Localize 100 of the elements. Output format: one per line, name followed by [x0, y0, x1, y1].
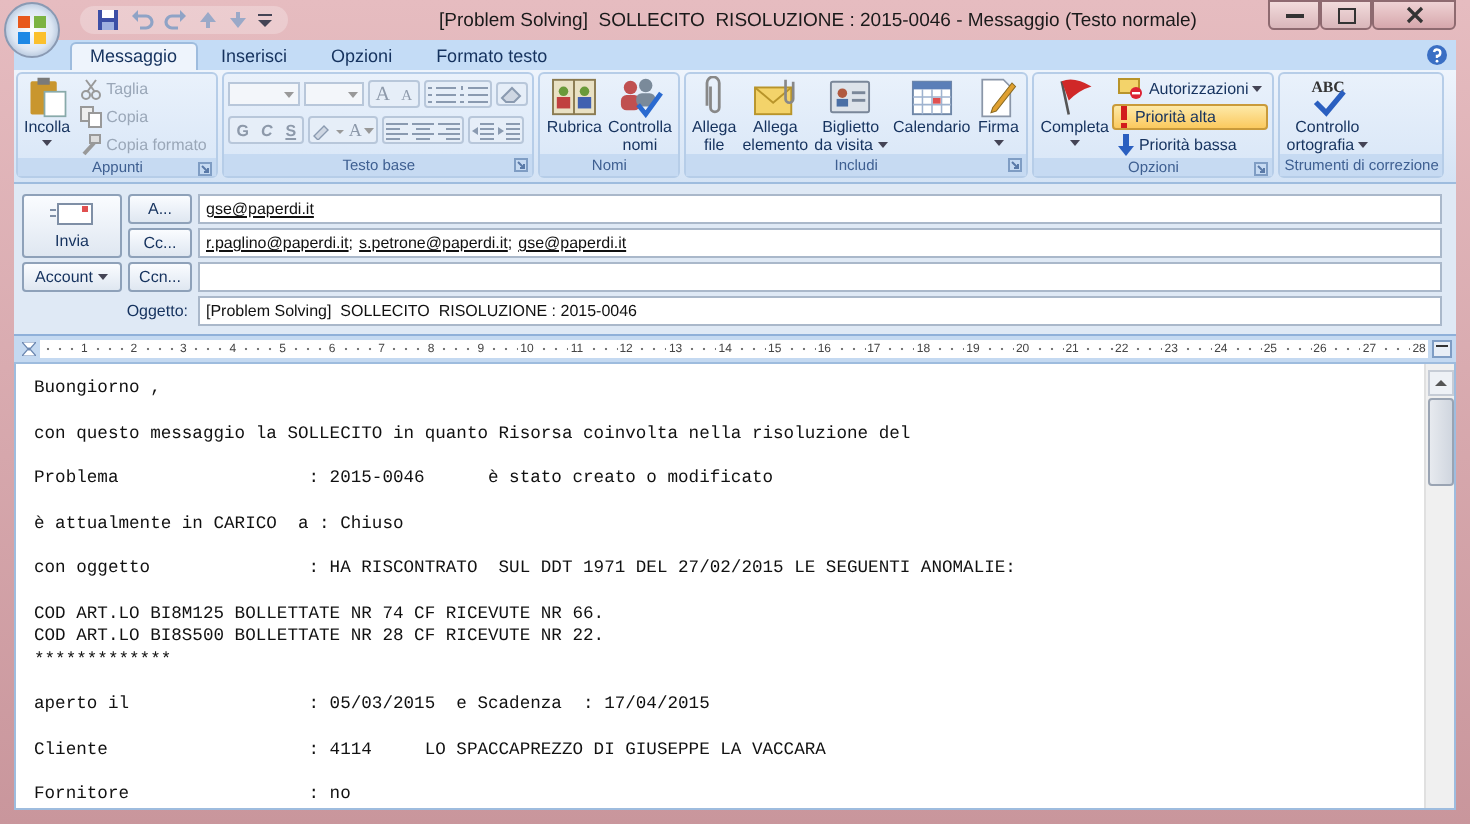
address-book-button[interactable]: A...: [128, 194, 192, 224]
dialog-launcher-icon[interactable]: [1008, 158, 1023, 173]
address-book-button[interactable]: Cc...: [128, 228, 192, 258]
body-text-line: Cliente : 4114 LO SPACCAPREZZO DI GIUSEPPE LA VACCARA: [34, 739, 828, 763]
ribbon-tab[interactable]: Formato testo: [416, 42, 568, 70]
ribbon-button[interactable]: Completa: [1038, 76, 1111, 145]
indent-icon: [471, 121, 494, 139]
ribbon-button[interactable]: Priorità bassa: [1112, 132, 1269, 158]
envelope-restricted-icon: [1118, 78, 1145, 100]
ribbon-button[interactable]: Biglietto da visita: [812, 76, 889, 154]
close-button[interactable]: [1372, 0, 1456, 30]
caret-icon: [877, 141, 887, 147]
recipient[interactable]: r.paglino@paperdi.it;: [206, 234, 354, 252]
caret-icon: [1069, 139, 1080, 145]
ribbon-tab[interactable]: Messaggio: [70, 42, 198, 70]
recipient[interactable]: s.petrone@paperdi.it;: [359, 234, 513, 252]
maximize-button[interactable]: [1320, 0, 1372, 30]
up-arrow-icon[interactable]: [198, 10, 218, 30]
maximize-icon: [1337, 7, 1355, 23]
ribbon-button[interactable]: Priorità alta: [1112, 104, 1269, 130]
caret-icon: [1358, 141, 1369, 147]
body-text-line: è attualmente in CARICO a : Chiuso: [34, 513, 406, 537]
recipient[interactable]: gse@paperdi.it: [206, 200, 314, 218]
ribbon-tab[interactable]: Inserisci: [201, 42, 308, 70]
subject-label: Oggetto:: [124, 302, 190, 320]
caret-icon: [993, 139, 1004, 145]
input-field[interactable]: gse@paperdi.it: [198, 194, 1442, 224]
input-field[interactable]: r.paglino@paperdi.it; s.petrone@paperdi.it; gse@paperdi.it: [198, 228, 1442, 258]
calendar-icon: [907, 76, 956, 118]
paperclip-icon: [702, 76, 727, 118]
scroll-up-icon[interactable]: [1427, 370, 1453, 396]
ribbon-button[interactable]: Allega elemento: [740, 76, 811, 154]
help-icon[interactable]: [1426, 44, 1448, 66]
dialog-launcher-icon[interactable]: [198, 162, 213, 176]
body-text-line: COD ART.LO BI8M125 BOLLETTATE NR 74 CF RICEVUTE NR 66.: [34, 603, 607, 627]
body-text-line: con questo messaggio la SOLLECITO in quanto Risorsa coinvolta nella risoluzione del: [34, 423, 913, 446]
caret-icon: [363, 127, 374, 133]
scissors-icon: [80, 78, 103, 100]
ribbon-button[interactable]: Incolla: [22, 76, 73, 145]
ruler-toggle-icon[interactable]: [1432, 340, 1452, 358]
caret-icon: [348, 91, 359, 97]
body-text-line: COD ART.LO BI8S500 BOLLETTATE NR 28 CF RICEVUTE NR 22.: [34, 626, 607, 650]
scroll-thumb[interactable]: [1427, 398, 1453, 486]
scrollbar[interactable]: [1424, 364, 1454, 808]
exclamation-icon: [1118, 106, 1131, 128]
indent-icon: [497, 121, 520, 139]
caret-icon: [284, 91, 295, 97]
send-button[interactable]: Invia: [22, 194, 122, 258]
save-icon[interactable]: [96, 8, 120, 32]
brush-icon: [80, 134, 103, 156]
clipboard-icon: [25, 76, 70, 118]
redo-icon[interactable]: [164, 8, 188, 32]
ribbon-tab[interactable]: Opzioni: [311, 42, 413, 70]
numbered-list-icon: [460, 85, 489, 103]
envelope-clip-icon: [751, 76, 800, 118]
customize-caret-icon[interactable]: [258, 12, 272, 28]
ribbon-button[interactable]: Controlla nomi: [605, 76, 674, 154]
body-text-line: Problema : 2015-0046 è stato creato o modificato: [34, 468, 776, 491]
input-field[interactable]: [198, 262, 1442, 292]
dialog-launcher-icon[interactable]: [1254, 162, 1269, 176]
copy-icon: [80, 106, 103, 128]
body-text-line: *************: [34, 649, 174, 672]
bullet-list-icon: [428, 85, 457, 103]
account-button[interactable]: Account: [22, 262, 122, 292]
ribbon-button[interactable]: Rubrica: [544, 76, 604, 137]
ribbon-button[interactable]: Allega file: [689, 76, 739, 154]
caret-icon: [1252, 86, 1263, 92]
recipient[interactable]: gse@paperdi.it: [518, 234, 627, 252]
body-text-line: Fornitore : no: [34, 784, 353, 808]
ribbon-button[interactable]: Firma: [974, 76, 1023, 145]
body-text-line: con oggetto : HA RISCONTRATO SUL DDT 1971 DEL 27/02/2015 LE SEGUENTI ANOMALIE:: [34, 558, 1018, 582]
ribbon-button[interactable]: Autorizzazioni: [1112, 76, 1269, 102]
down-arrow-icon: [1118, 134, 1135, 156]
body-text-line: Buongiorno ,: [34, 378, 163, 401]
caret-icon: [42, 139, 53, 145]
ribbon-button[interactable]: ABC Controllo ortografia: [1284, 76, 1371, 154]
document-pen-icon: [976, 76, 1021, 118]
send-envelope-icon: [50, 202, 94, 226]
caret-icon: [98, 274, 109, 280]
minimize-button[interactable]: [1268, 0, 1320, 30]
close-icon: [1405, 6, 1423, 24]
indent-marker-icon[interactable]: [22, 342, 36, 356]
address-book-icon: [550, 76, 599, 118]
body-text-line: aperto il : 05/03/2015 e Scadenza : 17/04/2015: [34, 694, 712, 717]
eraser-icon: [500, 84, 525, 104]
down-arrow-icon[interactable]: [228, 10, 248, 30]
minimize-icon: [1285, 11, 1303, 19]
align-lines-icon: [385, 121, 408, 139]
office-logo-icon: [16, 14, 48, 46]
align-lines-icon: [437, 121, 460, 139]
dialog-launcher-icon[interactable]: [514, 158, 529, 173]
business-card-icon: [826, 76, 875, 118]
ribbon-button[interactable]: Calendario: [891, 76, 973, 137]
window-title: [Problem Solving] SOLLECITO RISOLUZIONE : 2015-0046 - Messaggio (Testo normale): [437, 9, 1199, 31]
address-book-button[interactable]: Ccn...: [128, 262, 192, 292]
subject-field[interactable]: [Problem Solving] SOLLECITO RISOLUZIONE : 2015-0046: [198, 296, 1442, 326]
undo-icon[interactable]: [130, 8, 154, 32]
people-check-icon: [615, 76, 664, 118]
highlighter-icon: [312, 121, 345, 139]
office-button[interactable]: [4, 2, 60, 58]
